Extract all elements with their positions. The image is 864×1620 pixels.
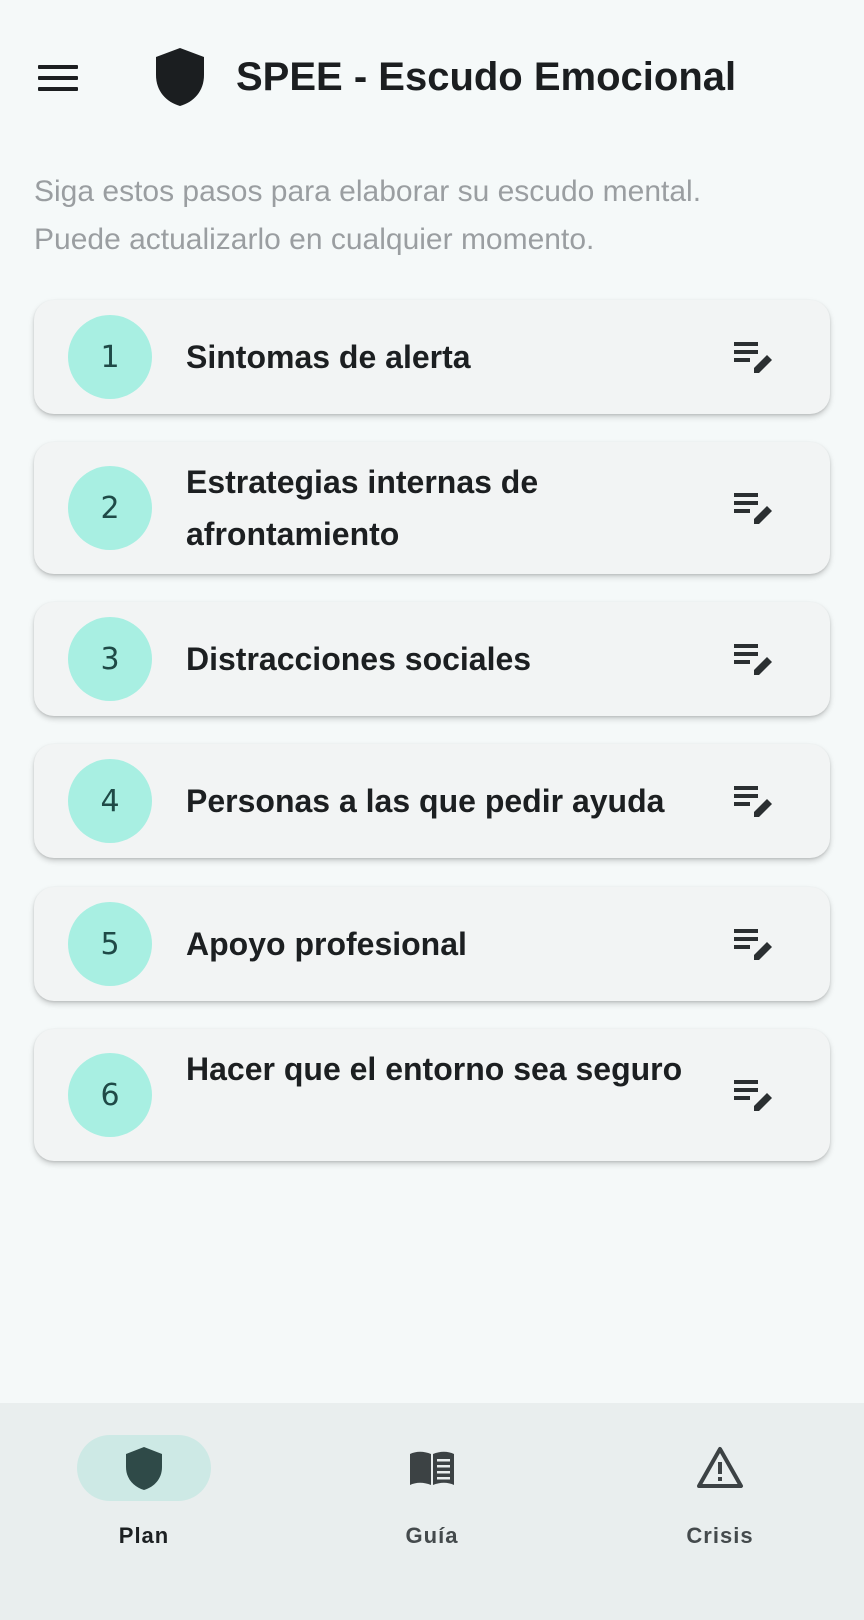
step-number-badge: 2 xyxy=(68,466,152,550)
step-number-badge: 1 xyxy=(68,315,152,399)
edit-note-icon[interactable] xyxy=(730,777,778,825)
menu-button[interactable] xyxy=(30,50,86,106)
app-bar: SPEE - Escudo Emocional xyxy=(0,0,864,150)
shield-icon xyxy=(126,1447,162,1490)
step-label: Sintomas de alerta xyxy=(186,339,471,375)
edit-note-icon[interactable] xyxy=(730,920,778,968)
step-label: Distracciones sociales xyxy=(186,641,532,677)
step-card-1[interactable]: 1 Sintomas de alerta xyxy=(34,300,830,414)
shield-icon xyxy=(156,48,204,106)
step-card-5[interactable]: 5 Apoyo profesional xyxy=(34,887,830,1001)
step-card-3[interactable]: 3 Distracciones sociales xyxy=(34,602,830,716)
nav-item-plan[interactable]: Plan xyxy=(44,1431,244,1551)
intro-text: Siga estos pasos para elaborar su escudo… xyxy=(34,168,834,264)
step-card-4[interactable]: 4 Personas a las que pedir ayuda xyxy=(34,744,830,858)
hamburger-menu-icon xyxy=(38,65,78,91)
step-label: Estrategias internas de afrontamiento xyxy=(186,464,539,552)
bottom-navigation: Plan Guía Crisis xyxy=(0,1403,864,1620)
warning-icon xyxy=(697,1447,743,1488)
nav-label: Guía xyxy=(405,1523,459,1548)
nav-item-crisis[interactable]: Crisis xyxy=(620,1431,820,1551)
app-title: SPEE - Escudo Emocional xyxy=(236,55,737,99)
step-label: Apoyo profesional xyxy=(186,926,467,962)
step-card-2[interactable]: 2 Estrategias internas de afrontamiento xyxy=(34,442,830,574)
book-icon xyxy=(410,1451,454,1485)
nav-label: Plan xyxy=(118,1523,170,1548)
edit-note-icon[interactable] xyxy=(730,333,778,381)
step-number-badge: 3 xyxy=(68,617,152,701)
step-number-badge: 6 xyxy=(68,1053,152,1137)
intro-line-2: Puede actualizarlo en cualquier momento. xyxy=(34,223,595,256)
nav-label: Crisis xyxy=(686,1523,754,1548)
step-card-6[interactable]: 6 Hacer que el entorno sea seguro xyxy=(34,1029,830,1161)
nav-item-guia[interactable]: Guía xyxy=(332,1431,532,1551)
step-label: Personas a las que pedir ayuda xyxy=(186,783,665,819)
edit-note-icon[interactable] xyxy=(730,484,778,532)
step-label: Hacer que el entorno sea seguro xyxy=(186,1051,683,1087)
step-number-badge: 5 xyxy=(68,902,152,986)
step-number-badge: 4 xyxy=(68,759,152,843)
intro-line-1: Siga estos pasos para elaborar su escudo… xyxy=(34,175,702,208)
edit-note-icon[interactable] xyxy=(730,635,778,683)
edit-note-icon[interactable] xyxy=(730,1071,778,1119)
